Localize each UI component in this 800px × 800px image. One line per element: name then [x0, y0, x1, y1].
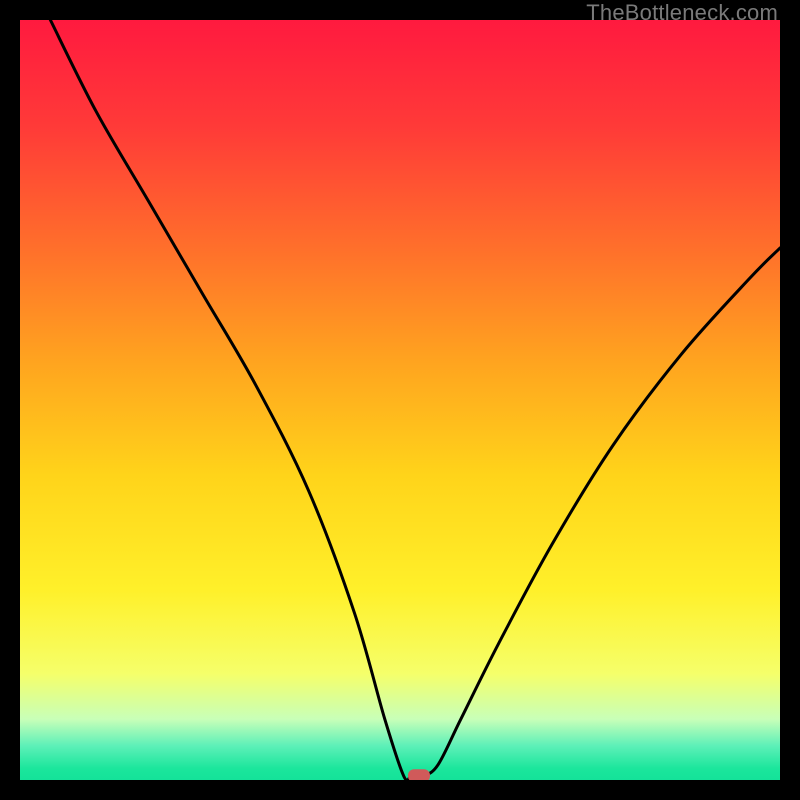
watermark-text: TheBottleneck.com — [586, 0, 778, 26]
bottleneck-chart — [20, 20, 780, 780]
minimum-marker — [408, 769, 430, 780]
chart-frame — [20, 20, 780, 780]
gradient-background — [20, 20, 780, 780]
